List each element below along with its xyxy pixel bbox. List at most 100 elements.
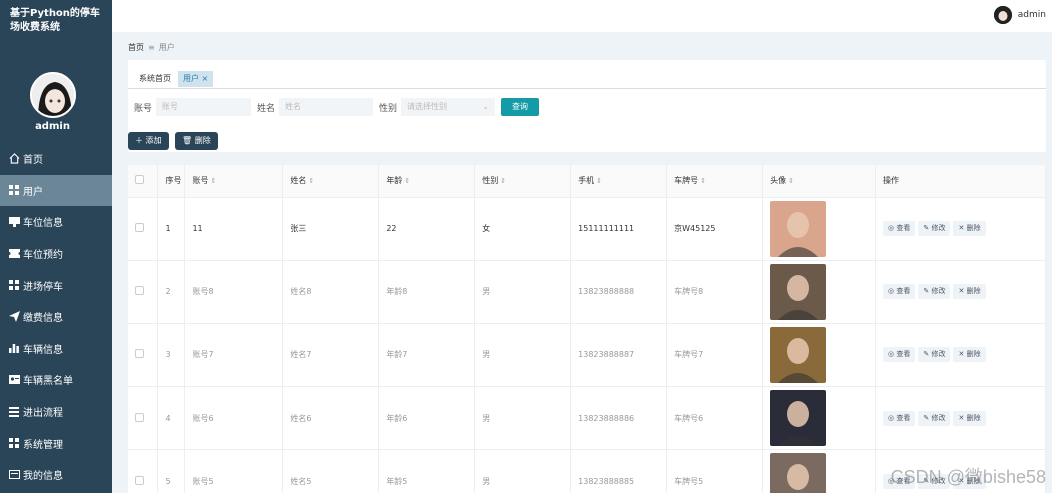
close-icon: ✕ [958, 224, 965, 233]
watermark: CSDN @微bishe58 [890, 467, 1046, 487]
sort-icon[interactable]: ⇕ [788, 177, 794, 185]
gender-label: 性别 [379, 104, 398, 114]
sidebar-item-label: 车辆信息 [23, 344, 63, 356]
cell-plate: 车牌号6 [666, 386, 764, 451]
cell-gender: 男 [474, 260, 572, 324]
view-button[interactable]: ◎ 查看 [883, 410, 916, 426]
user-table: 序号 账号 ⇕ 姓名 ⇕ 年龄 ⇕ 性别 ⇕ 手机 ⇕ 车牌号 ⇕ 头像 ⇕ 操作 1 11 张三… [128, 165, 1046, 493]
name-input[interactable]: 姓名 [279, 98, 373, 116]
cell-avatar [762, 197, 877, 261]
cell-account: 11 [184, 197, 284, 261]
cell-plate: 车牌号5 [666, 449, 764, 493]
view-button[interactable]: ◎ 查看 [883, 347, 916, 363]
search-form: 账号 账号 姓名 姓名 性别 请选择性别 ⌄ 查询 [128, 98, 1046, 116]
sort-icon[interactable]: ⇕ [308, 177, 314, 185]
edit-button[interactable]: ✎ 修改 [918, 284, 951, 300]
cell-plate: 车牌号7 [666, 323, 764, 388]
tab-user[interactable]: 用户 × [178, 71, 214, 87]
tab-bar: 系统首页 用户 × [128, 69, 1046, 89]
sidebar-item-parking-space[interactable]: 车位信息 [0, 206, 112, 238]
sort-icon[interactable]: ⇕ [210, 177, 216, 185]
delete-button[interactable]: ✕ 删除 [953, 347, 986, 363]
query-button[interactable]: 查询 [501, 98, 539, 116]
avatar [993, 6, 1012, 24]
sidebar-item-profile[interactable]: 我的信息 [0, 459, 112, 491]
sidebar-item-entry-parking[interactable]: 进场停车 [0, 269, 112, 301]
cell-ops: ◎ 查看 ✎ 修改 ✕ 删除 [875, 323, 1046, 388]
row-checkbox[interactable] [128, 260, 159, 324]
edit-button[interactable]: ✎ 修改 [918, 347, 951, 363]
bar-chart-icon [8, 342, 20, 354]
plus-icon: ＋ [135, 136, 143, 145]
row-checkbox[interactable] [128, 197, 159, 261]
sidebar-item-user[interactable]: 用户 [0, 174, 112, 207]
edit-icon: ✎ [923, 287, 930, 296]
delete-button[interactable]: ✕ 删除 [953, 221, 986, 237]
gender-select[interactable]: 请选择性别 ⌄ [401, 98, 495, 116]
select-all-checkbox[interactable] [128, 165, 159, 198]
edit-button[interactable]: ✎ 修改 [918, 221, 951, 237]
cell-ops: ◎ 查看 ✎ 修改 ✕ 删除 [875, 386, 1046, 451]
sort-icon[interactable]: ⇕ [700, 177, 706, 185]
sort-icon[interactable]: ⇕ [404, 177, 410, 185]
user-photo [770, 390, 827, 447]
col-avatar[interactable]: 头像 ⇕ [762, 165, 877, 198]
sort-icon[interactable]: ⇕ [500, 177, 506, 185]
cell-avatar [762, 260, 877, 324]
sidebar-item-label: 系统管理 [23, 439, 63, 451]
row-checkbox[interactable] [128, 323, 159, 388]
sort-icon[interactable]: ⇕ [596, 177, 602, 185]
grid-icon [8, 437, 20, 449]
top-username: admin [1017, 10, 1046, 20]
col-account[interactable]: 账号 ⇕ [184, 165, 284, 198]
sidebar-item-home[interactable]: 首页 [0, 143, 112, 175]
edit-icon: ✎ [923, 224, 930, 233]
close-icon: ✕ [958, 350, 965, 359]
cell-avatar [762, 323, 877, 388]
batch-delete-button[interactable]: 🗑 删除 [175, 132, 218, 150]
sidebar-item-payment[interactable]: 缴费信息 [0, 301, 112, 333]
top-user-menu[interactable]: admin [993, 6, 1046, 24]
sidebar-item-system[interactable]: 系统管理 [0, 427, 112, 459]
delete-button[interactable]: ✕ 删除 [953, 410, 986, 426]
col-plate[interactable]: 车牌号 ⇕ [666, 165, 764, 198]
breadcrumb-home[interactable]: 首页 [128, 43, 144, 52]
edit-button[interactable]: ✎ 修改 [918, 410, 951, 426]
edit-icon: ✎ [923, 413, 930, 422]
avatar [30, 72, 76, 118]
account-input[interactable]: 账号 [156, 98, 251, 116]
close-icon[interactable]: × [202, 74, 209, 83]
cell-ops: ◎ 查看 ✎ 修改 ✕ 删除 [875, 197, 1046, 261]
delete-button[interactable]: ✕ 删除 [953, 284, 986, 300]
cell-name: 姓名5 [282, 449, 380, 493]
add-button[interactable]: ＋ 添加 [128, 132, 169, 150]
cell-phone: 13823888888 [570, 260, 668, 324]
cell-age: 年龄8 [378, 260, 476, 324]
sidebar-item-blacklist[interactable]: 车辆黑名单 [0, 364, 112, 396]
breadcrumb-current: 用户 [158, 43, 175, 52]
view-button[interactable]: ◎ 查看 [883, 221, 916, 237]
col-ops: 操作 [875, 165, 1046, 198]
user-photo [770, 326, 827, 383]
cell-phone: 13823888887 [570, 323, 668, 388]
col-gender[interactable]: 性别 ⇕ [474, 165, 572, 198]
view-button[interactable]: ◎ 查看 [883, 284, 916, 300]
sidebar-item-reservation[interactable]: 车位预约 [0, 238, 112, 270]
cell-age: 年龄7 [378, 323, 476, 388]
row-checkbox[interactable] [128, 449, 159, 493]
sidebar-item-label: 进出流程 [23, 408, 63, 420]
sidebar-item-vehicle[interactable]: 车辆信息 [0, 333, 112, 365]
tab-home[interactable]: 系统首页 [134, 71, 176, 87]
col-phone[interactable]: 手机 ⇕ [570, 165, 668, 198]
cell-name: 姓名7 [282, 323, 380, 388]
sidebar-item-label: 用户 [23, 186, 43, 198]
col-age[interactable]: 年龄 ⇕ [378, 165, 476, 198]
user-photo [770, 453, 827, 493]
col-name[interactable]: 姓名 ⇕ [282, 165, 380, 198]
cell-gender: 男 [474, 449, 572, 493]
cell-index: 2 [157, 260, 186, 324]
row-checkbox[interactable] [128, 386, 159, 451]
sidebar-item-process[interactable]: 进出流程 [0, 396, 112, 428]
cell-index: 3 [157, 323, 186, 388]
cell-index: 4 [157, 386, 186, 451]
